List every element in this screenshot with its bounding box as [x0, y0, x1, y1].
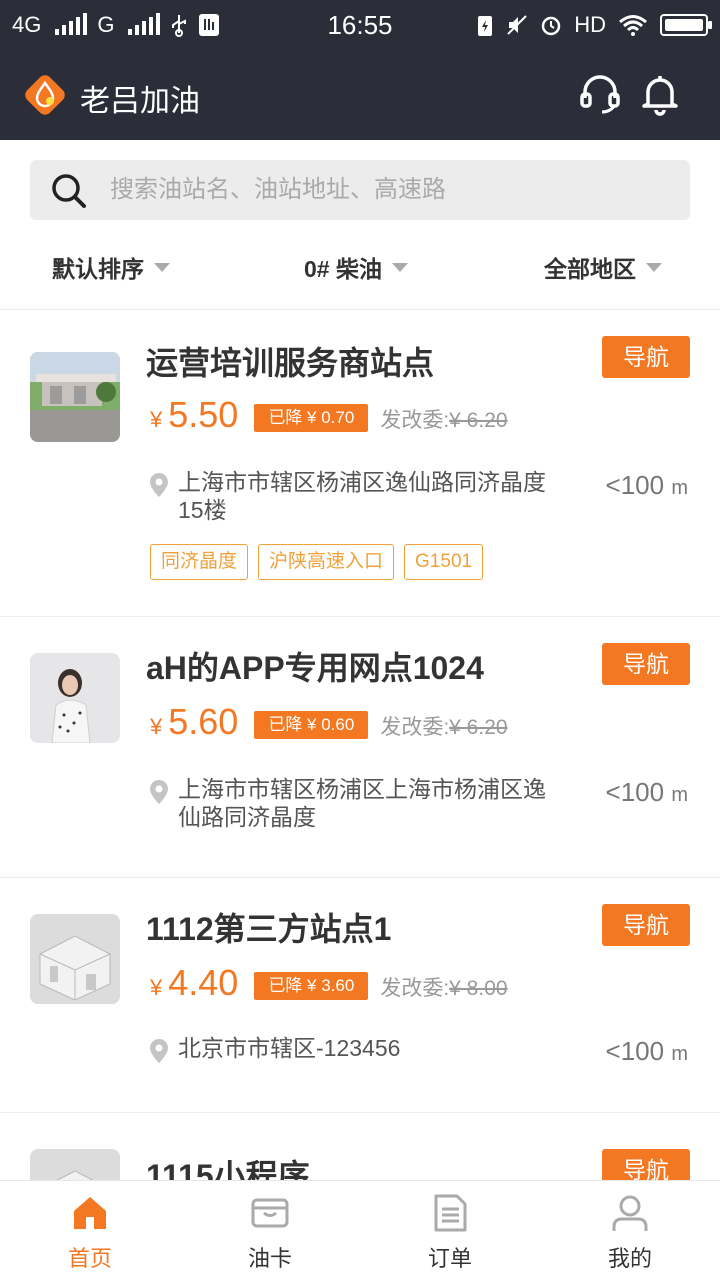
station-item[interactable]: 运营培训服务商站点 导航 ¥ 5.50 已降 ¥ 0.70 发改委: ¥ 6.2… [0, 310, 720, 617]
station-distance: <100 m [606, 777, 688, 808]
station-item[interactable]: aH的APP专用网点1024 导航 ¥ 5.60 已降 ¥ 0.60 发改委: … [0, 617, 720, 878]
tab-profile-label: 我的 [607, 1246, 652, 1271]
station-thumbnail [30, 914, 120, 1004]
station-thumbnail [30, 1149, 120, 1180]
distance-unit: m [671, 784, 688, 806]
station-tags: 同济晶度 沪陕高速入口 G1501 [150, 544, 484, 580]
station-thumbnail [30, 653, 120, 743]
price-row: ¥ 5.60 已降 ¥ 0.60 发改委: ¥ 6.20 [150, 701, 508, 743]
price-drop-badge: 已降 ¥ 3.60 [254, 972, 369, 1000]
fuel-type-filter[interactable]: 0# 柴油 [304, 250, 408, 284]
notification-bell-icon[interactable] [638, 72, 682, 116]
customer-service-icon[interactable] [578, 72, 622, 116]
price-row: ¥ 5.50 已降 ¥ 0.70 发改委: ¥ 6.20 [150, 394, 508, 436]
station-price: 4.40 [168, 962, 239, 1003]
tab-fuel-card[interactable]: 油卡 [180, 1181, 360, 1280]
status-bar: 4G G 16:55 HD [0, 0, 720, 50]
station-list: 运营培训服务商站点 导航 ¥ 5.50 已降 ¥ 0.70 发改委: ¥ 6.2… [0, 310, 720, 1180]
wifi-icon [619, 15, 647, 36]
tab-profile[interactable]: 我的 [540, 1181, 720, 1280]
order-icon [434, 1194, 467, 1232]
station-price: 5.60 [168, 701, 239, 742]
tab-fuel-card-label: 油卡 [247, 1246, 292, 1271]
sort-filter-label: 默认排序 [52, 256, 144, 282]
home-icon [74, 1197, 106, 1229]
currency-symbol: ¥ [150, 975, 163, 1000]
hd-label: HD [574, 12, 606, 37]
sort-filter[interactable]: 默认排序 [52, 250, 170, 284]
tab-home[interactable]: 首页 [0, 1181, 180, 1280]
station-tag: G1501 [404, 544, 484, 580]
caret-down-icon [154, 262, 170, 272]
battery-icon [660, 14, 712, 36]
card-icon [251, 1198, 289, 1228]
reference-price: ¥ 8.00 [449, 977, 508, 1000]
tab-orders[interactable]: 订单 [360, 1181, 540, 1280]
distance-value: <100 [605, 470, 665, 500]
battery-saver-icon [478, 16, 493, 36]
reference-price-label: 发改委: [380, 409, 450, 432]
fuel-type-filter-label: 0# 柴油 [304, 256, 382, 282]
station-item[interactable]: 1115小程序 导航 [0, 1113, 720, 1180]
currency-symbol: ¥ [150, 714, 163, 739]
filter-bar: 默认排序 0# 柴油 全部地区 [0, 232, 720, 310]
caret-down-icon [391, 262, 408, 272]
station-address: 北京市市辖区-123456 [178, 1035, 401, 1061]
distance-unit: m [671, 477, 688, 499]
distance-value: <100 [605, 1036, 665, 1066]
navigate-button[interactable]: 导航 [602, 1149, 690, 1180]
region-filter[interactable]: 全部地区 [544, 250, 662, 284]
search-bar[interactable] [30, 160, 690, 220]
station-name: aH的APP专用网点1024 [146, 650, 484, 686]
caret-down-icon [646, 262, 662, 272]
location-pin-icon [150, 1039, 168, 1063]
station-item[interactable]: 1112第三方站点1 导航 ¥ 4.40 已降 ¥ 3.60 发改委: ¥ 8.… [0, 878, 720, 1113]
reference-price-label: 发改委: [380, 977, 450, 1000]
distance-value: <100 [605, 777, 665, 807]
station-tag: 沪陕高速入口 [258, 544, 395, 580]
reference-price: ¥ 6.20 [449, 409, 508, 432]
station-name: 1112第三方站点1 [146, 911, 392, 947]
price-drop-badge: 已降 ¥ 0.60 [254, 711, 369, 739]
station-distance: <100 m [606, 1036, 688, 1067]
top-bar: 4G G 16:55 HD 老吕加油 [0, 0, 720, 140]
station-distance: <100 m [606, 470, 688, 501]
region-filter-label: 全部地区 [544, 256, 636, 282]
mute-icon [507, 15, 527, 35]
bottom-tab-bar: 首页 油卡 订单 我的 [0, 1180, 720, 1280]
navigate-button[interactable]: 导航 [602, 336, 690, 378]
app-logo-icon [25, 75, 65, 115]
user-icon [612, 1195, 648, 1231]
station-address: 上海市市辖区杨浦区逸仙路同济晶度15楼 [178, 469, 546, 523]
price-drop-badge: 已降 ¥ 0.70 [254, 404, 369, 432]
station-price: 5.50 [168, 394, 239, 435]
navigate-button[interactable]: 导航 [602, 643, 690, 685]
search-icon [52, 174, 86, 208]
app-title: 老吕加油 [80, 85, 200, 118]
location-pin-icon [150, 473, 168, 497]
station-name: 运营培训服务商站点 [146, 345, 435, 381]
reference-price-label: 发改委: [380, 716, 450, 739]
search-input[interactable] [110, 160, 670, 220]
alarm-icon [541, 16, 561, 36]
navigate-button[interactable]: 导航 [602, 904, 690, 946]
price-row: ¥ 4.40 已降 ¥ 3.60 发改委: ¥ 8.00 [150, 962, 508, 1004]
tab-home-label: 首页 [67, 1246, 112, 1271]
tab-orders-label: 订单 [427, 1246, 472, 1271]
currency-symbol: ¥ [150, 407, 163, 432]
app-header: 老吕加油 [0, 50, 720, 140]
station-thumbnail [30, 352, 120, 442]
location-pin-icon [150, 780, 168, 804]
station-tag: 同济晶度 [150, 544, 249, 580]
station-name: 1115小程序 [146, 1158, 310, 1180]
distance-unit: m [671, 1043, 688, 1065]
reference-price: ¥ 6.20 [449, 716, 508, 739]
station-address: 上海市市辖区杨浦区上海市杨浦区逸仙路同济晶度 [178, 776, 546, 830]
